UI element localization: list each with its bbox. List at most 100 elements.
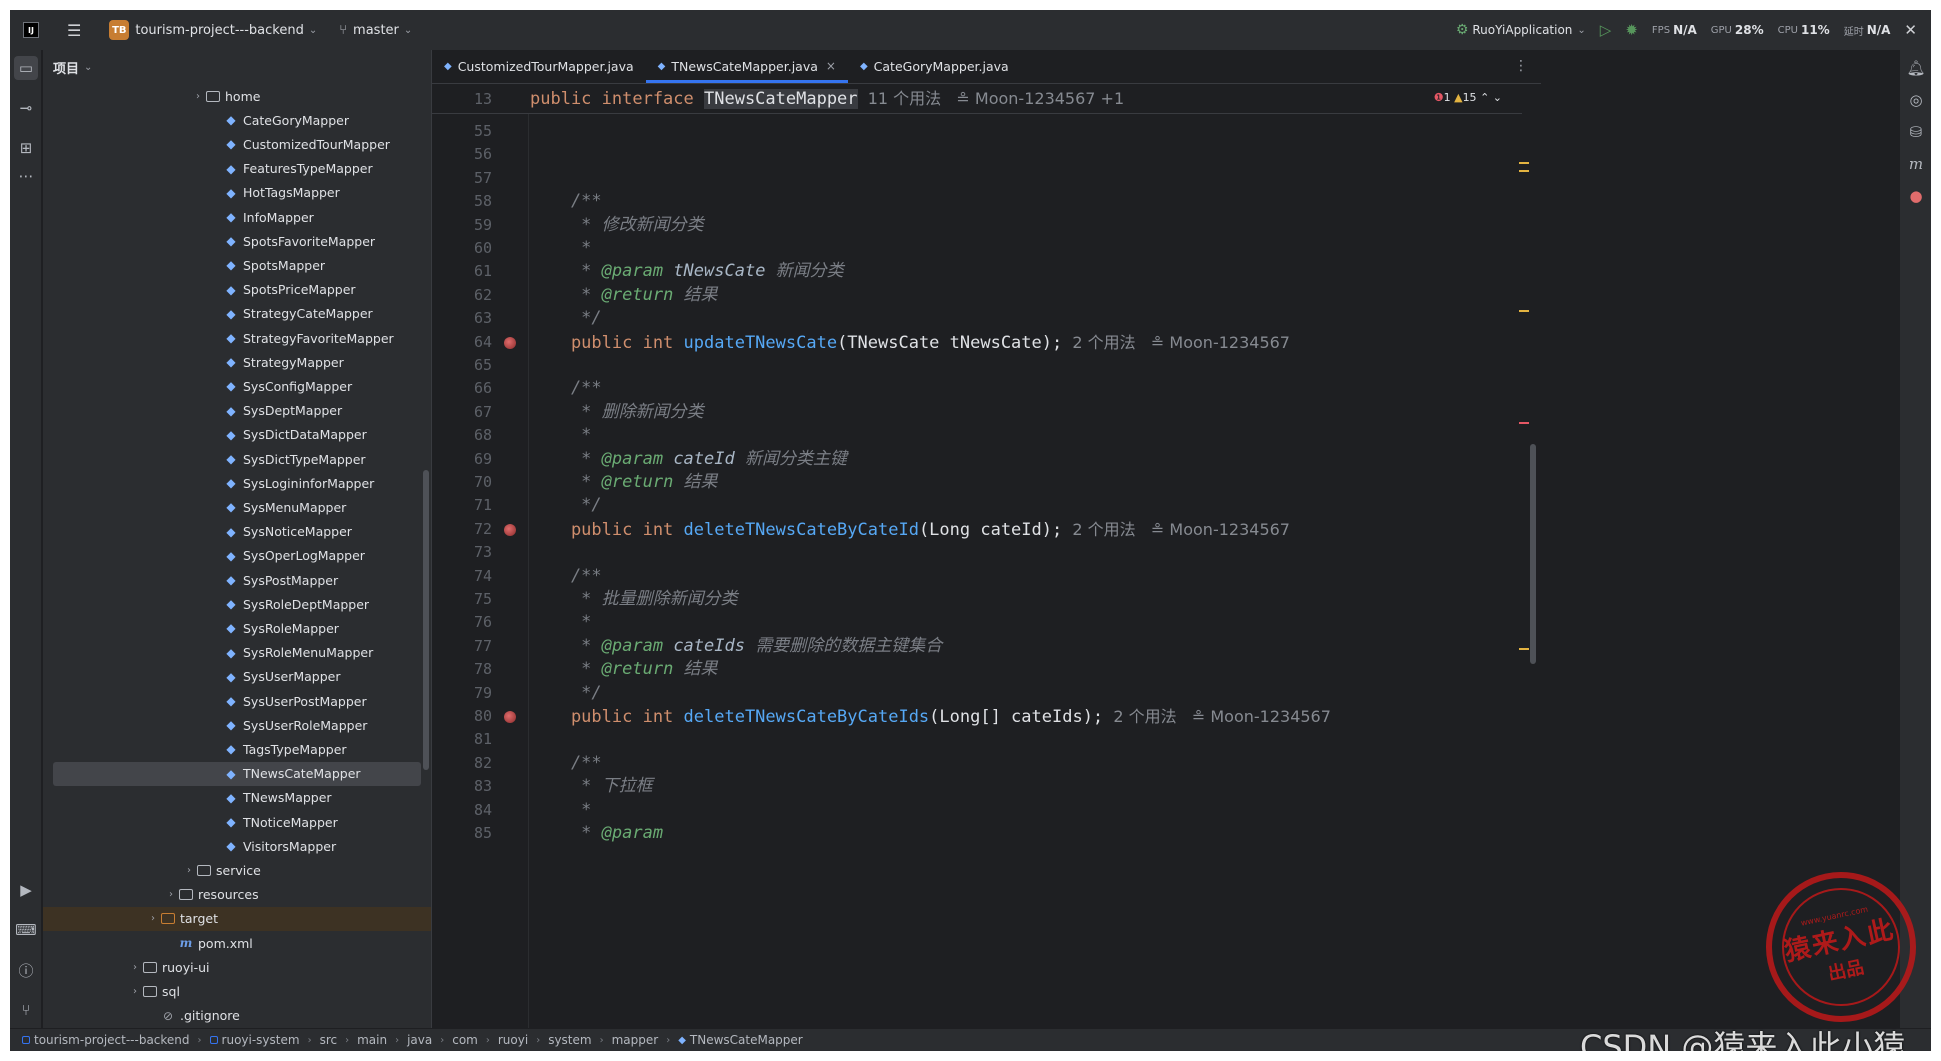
debug-icon[interactable]: ✹ [1625,21,1638,39]
code-line[interactable]: 72 public int deleteTNewsCateByCateId(Lo… [432,518,1522,541]
code-line[interactable]: 69 * @param cateId 新闻分类主键 [432,448,1522,471]
code-line[interactable]: 60 * [432,237,1522,260]
line-number[interactable]: 71 [432,494,492,517]
code-line[interactable]: 83 * 下拉框 [432,775,1522,798]
mybatis-gutter-icon[interactable] [504,711,516,723]
tree-item[interactable]: ◆ FeaturesTypeMapper [43,157,431,181]
tree-item[interactable]: ◆ SysOperLogMapper [43,544,431,568]
code-line[interactable]: 81 [432,728,1522,751]
main-menu-icon[interactable]: ☰ [67,21,81,40]
services-icon[interactable]: ▶ [14,878,38,902]
line-number[interactable]: 62 [432,284,492,307]
database-icon[interactable]: ⛁ [1904,120,1928,144]
tab-categorymapper[interactable]: ◆ CateGoryMapper.java [848,50,1021,83]
tree-item[interactable]: ◆ StrategyCateMapper [43,302,431,326]
usages-hint[interactable]: 2 个用法 ≗ Moon-1234567 [1103,707,1331,726]
tree-item[interactable]: ◆ InfoMapper [43,205,431,229]
code-line[interactable]: 78 * @return 结果 [432,658,1522,681]
code-line[interactable]: 79 */ [432,682,1522,705]
problems-icon[interactable]: ⓘ [14,958,38,982]
breadcrumb-item[interactable]: ruoyi [498,1033,528,1047]
line-number[interactable]: 61 [432,260,492,283]
chevron-down-icon[interactable]: ⌄ [404,25,412,36]
breadcrumb-item[interactable]: java [407,1033,432,1047]
more-tools-icon[interactable]: ⋯ [14,164,38,188]
code-line[interactable]: 73 [432,541,1522,564]
chevron-down-icon[interactable]: ⌄ [1493,91,1502,104]
code-line[interactable]: 76 * [432,611,1522,634]
tree-item[interactable]: ◆ SysPostMapper [43,568,431,592]
sticky-header-line[interactable]: 13 public interface TNewsCateMapper 11 个… [432,84,1522,114]
tree-item[interactable]: ◆ TNewsCateMapper [53,761,421,786]
branch-name[interactable]: master [353,23,399,38]
breadcrumb-item[interactable]: ruoyi-system [209,1033,300,1047]
line-number[interactable]: 75 [432,588,492,611]
tree-item[interactable]: ◆ TNoticeMapper [43,810,431,834]
run-icon[interactable]: ▷ [1600,21,1612,39]
line-number[interactable]: 65 [432,354,492,377]
line-number[interactable]: 72 [432,518,492,541]
code-line[interactable]: 58 /** [432,190,1522,213]
tree-item[interactable]: ⊘ .gitignore [43,1004,431,1028]
tree-item[interactable]: ◆ SysUserMapper [43,665,431,689]
close-icon[interactable]: ✕ [1904,21,1917,39]
code-line[interactable]: 65 [432,354,1522,377]
code-line[interactable]: 63 */ [432,307,1522,330]
tree-item[interactable]: ◆ SysDictTypeMapper [43,447,431,471]
tree-item[interactable]: ◆ SpotsMapper [43,253,431,277]
code-line[interactable]: 61 * @param tNewsCate 新闻分类 [432,260,1522,283]
code-line[interactable]: 57 [432,167,1522,190]
ide-logo-icon[interactable]: IJ [23,22,39,38]
code-line[interactable]: 59 * 修改新闻分类 [432,214,1522,237]
tree-item[interactable]: ◆ SpotsFavoriteMapper [43,229,431,253]
tree-item[interactable]: › resources [43,883,431,907]
tree-item[interactable]: › ruoyi-ui [43,955,431,979]
line-number[interactable]: 66 [432,377,492,400]
line-number[interactable]: 83 [432,775,492,798]
line-number[interactable]: 76 [432,611,492,634]
tree-item[interactable]: ◆ CustomizedTourMapper [43,132,431,156]
line-number[interactable]: 80 [432,705,492,728]
line-number[interactable]: 84 [432,799,492,822]
code-line[interactable]: 70 * @return 结果 [432,471,1522,494]
tree-item[interactable]: ◆ SysUserRoleMapper [43,713,431,737]
breadcrumb-item[interactable]: tourism-project---backend [22,1033,190,1047]
line-number[interactable]: 85 [432,822,492,845]
mybatis-gutter-icon[interactable] [504,523,516,536]
mybatis-bird-icon[interactable]: ● [1904,184,1928,208]
line-number[interactable]: 73 [432,541,492,564]
line-number[interactable]: 63 [432,307,492,330]
line-number[interactable]: 70 [432,471,492,494]
tree-item[interactable]: › home [43,84,431,108]
notifications-icon[interactable]: 🔔︎ [1904,56,1928,80]
code-line[interactable]: 66 /** [432,377,1522,400]
code-view[interactable]: 13 public interface TNewsCateMapper 11 个… [432,84,1541,1028]
tree-item[interactable]: ◆ SysRoleDeptMapper [43,592,431,616]
line-number[interactable]: 64 [432,331,492,354]
tree-item[interactable]: › sql [43,979,431,1003]
mybatis-gutter-icon[interactable] [504,336,516,349]
project-folder-icon[interactable]: ▭ [14,56,38,80]
tree-item[interactable]: ◆ SysDeptMapper [43,399,431,423]
code-line[interactable]: 74 /** [432,565,1522,588]
line-number[interactable]: 55 [432,120,492,143]
structure-icon[interactable]: ⊞ [14,136,38,160]
code-line[interactable]: 67 * 删除新闻分类 [432,401,1522,424]
line-number[interactable]: 78 [432,658,492,681]
project-badge[interactable]: TB [109,20,130,40]
breadcrumb-item[interactable]: mapper [612,1033,659,1047]
line-number[interactable]: 82 [432,752,492,775]
line-number[interactable]: 81 [432,728,492,751]
code-line[interactable]: 56 [432,143,1522,166]
terminal-icon[interactable]: ⌨ [14,918,38,942]
warning-marker[interactable] [1519,162,1529,164]
chevron-right-icon[interactable]: › [191,91,205,102]
code-line[interactable]: 55 [432,120,1522,143]
tree-item[interactable]: ◆ CateGoryMapper [43,108,431,132]
project-name[interactable]: tourism-project---backend [135,23,304,38]
tree-item[interactable]: ◆ SysMenuMapper [43,495,431,519]
breadcrumb-item[interactable]: ◆ TNewsCateMapper [678,1033,803,1047]
usages-hint[interactable]: 2 个用法 ≗ Moon-1234567 [1062,333,1290,352]
project-scrollbar[interactable] [423,470,429,770]
code-line[interactable]: 71 */ [432,494,1522,517]
